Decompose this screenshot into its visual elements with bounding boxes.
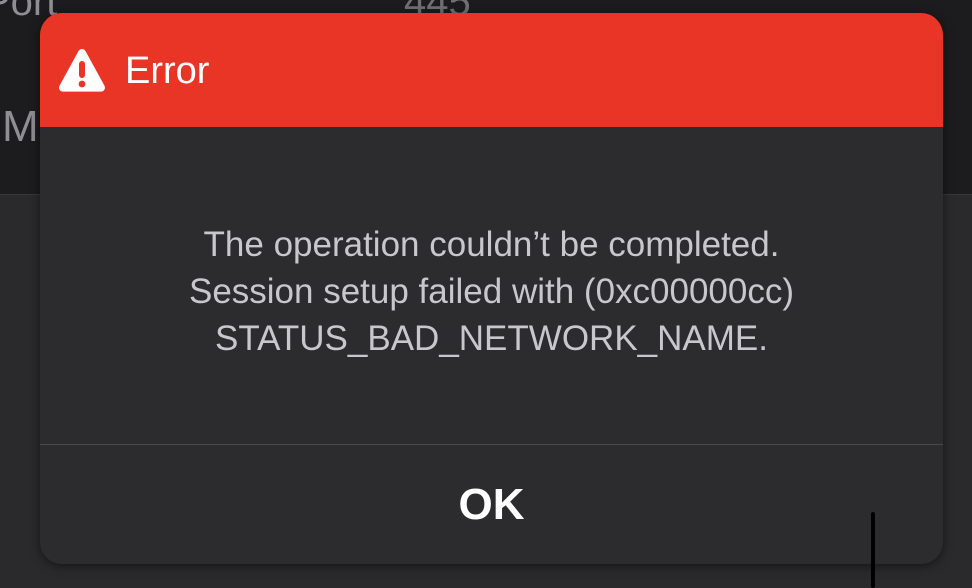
screen: Port 445 M Error The operation couldn’t …: [0, 0, 972, 588]
alert-header: Error: [40, 13, 943, 127]
scroll-indicator: [871, 512, 875, 588]
warning-triangle-icon: [59, 49, 105, 92]
settings-row-2-label: M: [2, 102, 39, 151]
alert-message-line-1: The operation couldn’t be completed.: [203, 225, 780, 264]
alert-message: The operation couldn’t be completed. Ses…: [40, 221, 943, 362]
error-alert-dialog: Error The operation couldn’t be complete…: [40, 13, 943, 564]
alert-title: Error: [125, 50, 210, 92]
alert-message-line-3: STATUS_BAD_NETWORK_NAME.: [215, 319, 768, 358]
alert-message-line-2: Session setup failed with (0xc00000cc): [188, 272, 795, 311]
ok-button[interactable]: OK: [40, 445, 943, 564]
